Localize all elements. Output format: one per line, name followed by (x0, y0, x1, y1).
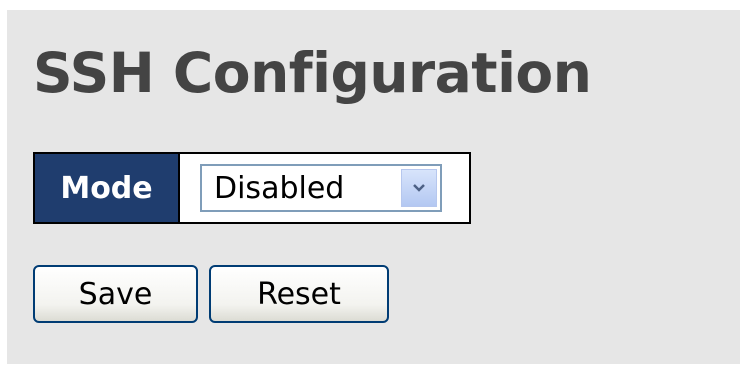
ssh-config-panel: SSH Configuration Mode Disabled Save Res… (7, 10, 740, 364)
mode-select[interactable]: Disabled (200, 164, 442, 212)
page-title: SSH Configuration (33, 41, 592, 105)
mode-select-value: Disabled (214, 170, 345, 206)
mode-label: Mode (35, 154, 180, 222)
mode-setting-row: Mode Disabled (33, 152, 471, 224)
mode-value-cell: Disabled (180, 154, 469, 222)
chevron-down-icon (413, 184, 425, 192)
save-button[interactable]: Save (33, 265, 198, 323)
reset-button[interactable]: Reset (209, 265, 389, 323)
dropdown-button[interactable] (401, 169, 437, 207)
